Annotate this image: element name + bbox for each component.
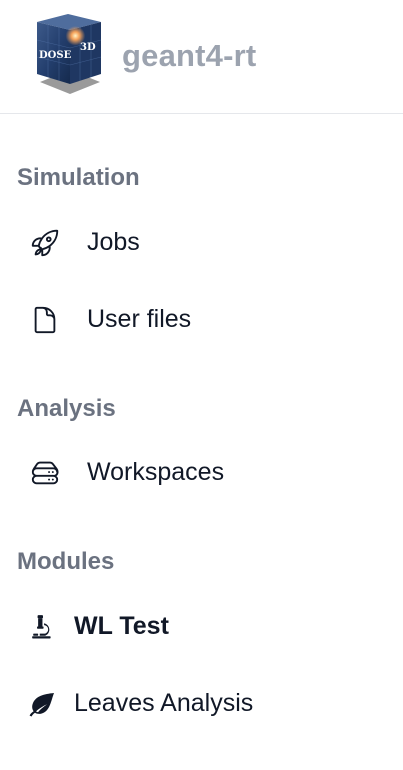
section-title-simulation: Simulation (17, 164, 140, 191)
server-stack-icon (30, 458, 60, 488)
leaf-icon (28, 691, 56, 717)
nav-item-workspaces[interactable]: Workspaces (0, 444, 403, 500)
rocket-icon (30, 228, 60, 258)
nav-item-wl-test[interactable]: WL Test (0, 598, 403, 654)
logo-text-dose: DOSE (39, 50, 72, 61)
nav-label-leaves-analysis: Leaves Analysis (74, 689, 254, 717)
nav-label-workspaces: Workspaces (87, 458, 225, 486)
nav-item-jobs[interactable]: Jobs (0, 214, 403, 270)
nav-item-leaves-analysis[interactable]: Leaves Analysis (0, 675, 403, 731)
section-title-analysis: Analysis (17, 395, 116, 422)
file-icon (30, 305, 60, 335)
app-name[interactable]: geant4-rt (122, 37, 256, 75)
nav-item-user-files[interactable]: User files (0, 291, 403, 347)
nav-label-user-files: User files (87, 305, 192, 333)
microscope-icon (30, 613, 56, 639)
section-title-modules: Modules (17, 548, 115, 575)
logo-text-3d: 3D (80, 42, 96, 53)
nav-label-wl-test: WL Test (74, 612, 169, 640)
sidebar: DOSE 3D geant4-rt Simulation Jobs User f… (0, 0, 403, 770)
dose3d-logo: DOSE 3D (34, 12, 104, 96)
nav-label-jobs: Jobs (87, 228, 140, 256)
brand-header[interactable]: DOSE 3D geant4-rt (0, 0, 403, 114)
